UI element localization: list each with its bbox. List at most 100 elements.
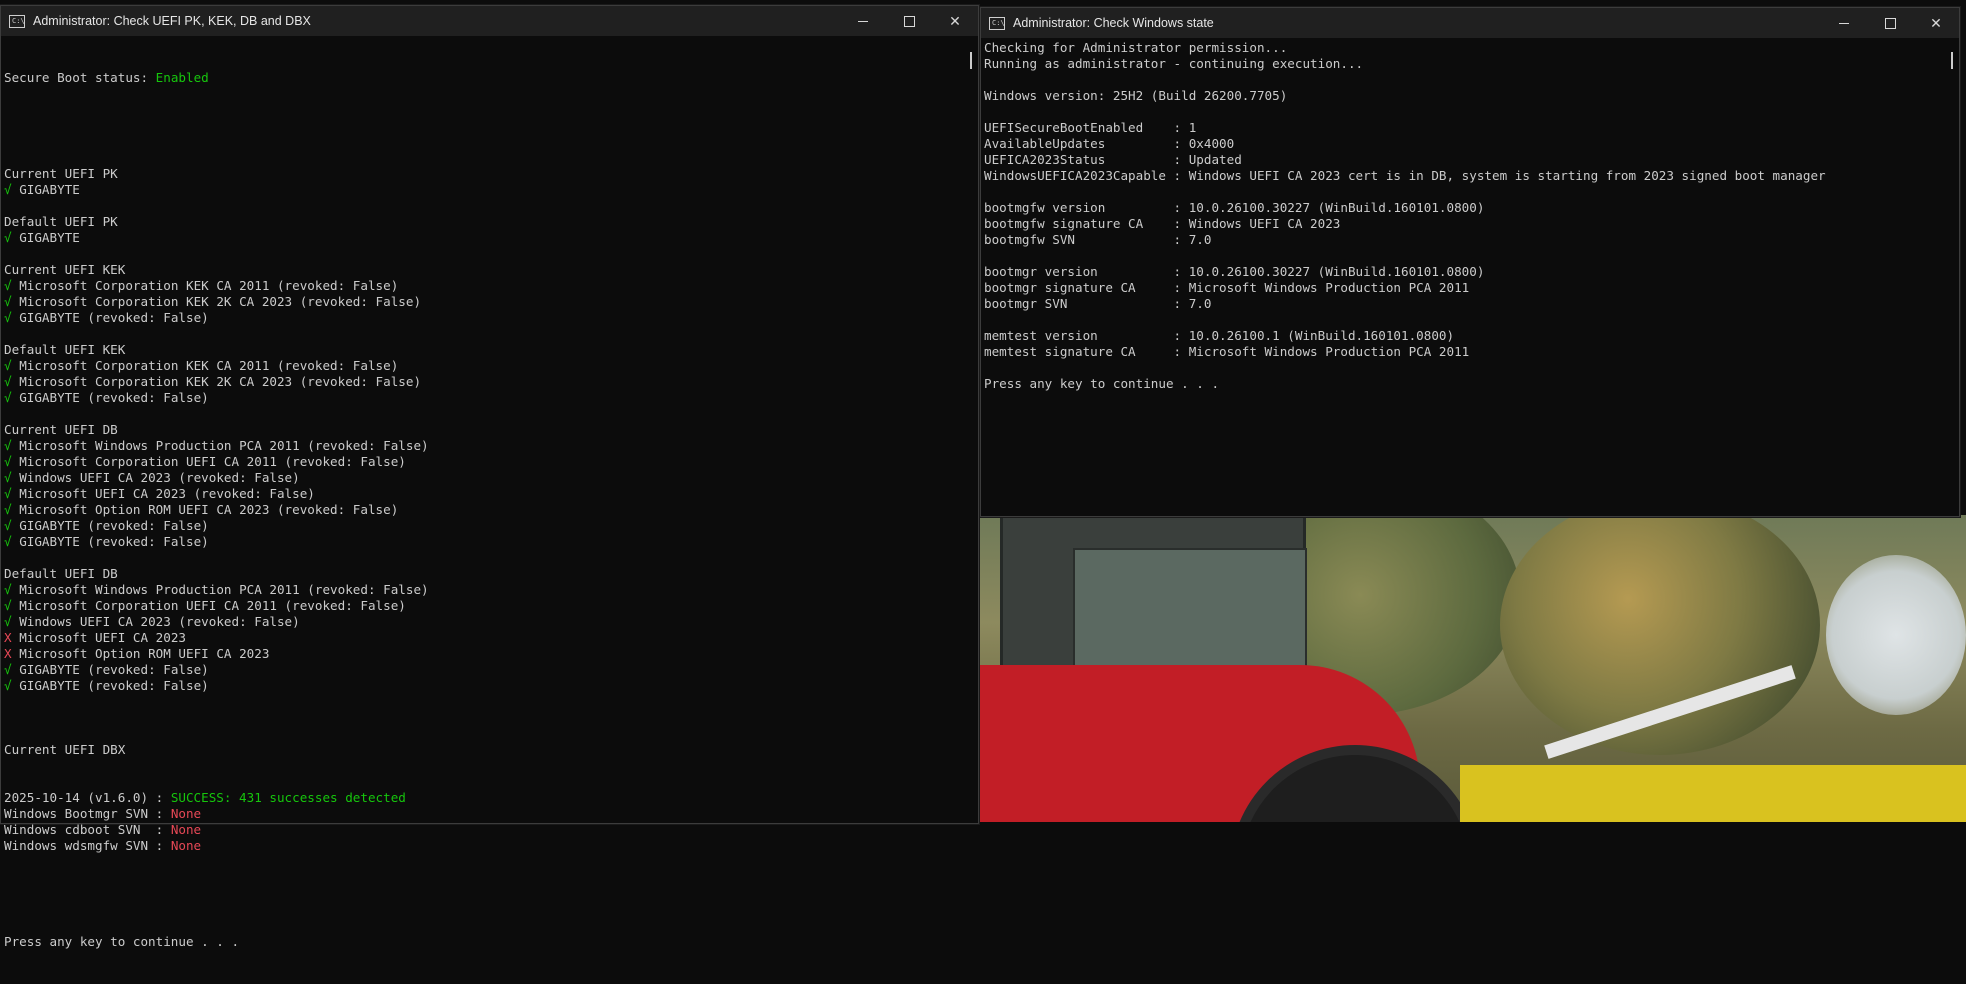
secure-boot-value: Enabled: [155, 70, 209, 85]
cert-row: √ Windows UEFI CA 2023 (revoked: False): [4, 470, 975, 486]
dbx-rows: 2025-10-14 (v1.6.0) : SUCCESS: 431 succe…: [4, 790, 975, 854]
maximize-button[interactable]: [886, 6, 932, 36]
dbx-row: Windows cdboot SVN : None: [4, 822, 975, 838]
console-line: Press any key to continue . . .: [984, 376, 1220, 391]
cert-row: √ Microsoft Corporation KEK CA 2011 (rev…: [4, 278, 975, 294]
window-title: Administrator: Check Windows state: [1013, 16, 1214, 30]
console-line: bootmgfw SVN : 7.0: [984, 232, 1212, 247]
cert-row: √ Microsoft Corporation KEK 2K CA 2023 (…: [4, 294, 975, 310]
console-line: WindowsUEFICA2023Capable : Windows UEFI …: [984, 168, 1826, 183]
dbx-value: None: [170, 822, 202, 837]
console-line: UEFICA2023Status : Updated: [984, 152, 1242, 167]
console-line: AvailableUpdates : 0x4000: [984, 136, 1235, 151]
cert-name: GIGABYTE (revoked: False): [19, 662, 209, 677]
dbx-label: Windows wdsmgfw SVN :: [4, 838, 171, 853]
wallpaper-sky: [1826, 555, 1966, 715]
cert-row: X Microsoft UEFI CA 2023: [4, 630, 975, 646]
cert-name: GIGABYTE (revoked: False): [19, 534, 209, 549]
console-line: bootmgr signature CA : Microsoft Windows…: [984, 280, 1470, 295]
cert-row: √ GIGABYTE (revoked: False): [4, 678, 975, 694]
windows-state-window[interactable]: C:\ Administrator: Check Windows state ✕…: [980, 7, 1960, 517]
dbx-row: Windows Bootmgr SVN : None: [4, 806, 975, 822]
dbx-label: Windows Bootmgr SVN :: [4, 806, 171, 821]
check-mark-icon: √: [4, 310, 12, 325]
cert-name: Microsoft Corporation UEFI CA 2011 (revo…: [19, 454, 406, 469]
check-mark-icon: √: [4, 582, 12, 597]
check-mark-icon: √: [4, 230, 12, 245]
cert-name: GIGABYTE (revoked: False): [19, 678, 209, 693]
check-mark-icon: √: [4, 278, 12, 293]
check-mark-icon: √: [4, 454, 12, 469]
console-line: memtest version : 10.0.26100.1 (WinBuild…: [984, 328, 1455, 343]
dbx-label: Windows cdboot SVN :: [4, 822, 171, 837]
check-mark-icon: √: [4, 438, 12, 453]
title-bar[interactable]: C:\ Administrator: Check UEFI PK, KEK, D…: [1, 6, 978, 36]
check-mark-icon: √: [4, 534, 12, 549]
maximize-button[interactable]: [1867, 8, 1913, 38]
check-mark-icon: √: [4, 374, 12, 389]
title-bar[interactable]: C:\ Administrator: Check Windows state ✕: [981, 8, 1959, 38]
section-header: Current UEFI KEK: [4, 262, 126, 277]
cross-mark-icon: X: [4, 646, 12, 661]
cert-name: Microsoft Corporation KEK CA 2011 (revok…: [19, 358, 399, 373]
cert-row: √ GIGABYTE (revoked: False): [4, 662, 975, 678]
cert-name: Microsoft Corporation KEK CA 2011 (revok…: [19, 278, 399, 293]
cert-sections: Current UEFI PK √ GIGABYTE Default UEFI PK…: [4, 166, 975, 710]
console-line: UEFISecureBootEnabled : 1: [984, 120, 1197, 135]
check-mark-icon: √: [4, 598, 12, 613]
close-icon: ✕: [1930, 14, 1942, 31]
continue-prompt: Press any key to continue . . .: [4, 934, 240, 949]
dbx-row: 2025-10-14 (v1.6.0) : SUCCESS: 431 succe…: [4, 790, 975, 806]
cert-name: GIGABYTE: [19, 230, 80, 245]
check-mark-icon: √: [4, 182, 12, 197]
cert-row: √ GIGABYTE: [4, 182, 975, 198]
cert-name: Microsoft Corporation UEFI CA 2011 (revo…: [19, 598, 406, 613]
secure-boot-status: Secure Boot status: Enabled: [4, 70, 975, 86]
check-mark-icon: √: [4, 678, 12, 693]
minimize-button[interactable]: [1821, 8, 1867, 38]
console-output[interactable]: Secure Boot status: Enabled Current UEFI…: [1, 36, 978, 984]
cert-row: √ Microsoft Corporation KEK 2K CA 2023 (…: [4, 374, 975, 390]
section-header: Current UEFI PK: [4, 166, 118, 181]
section-header: Default UEFI PK: [4, 214, 118, 229]
cert-name: Microsoft Windows Production PCA 2011 (r…: [19, 438, 429, 453]
console-line: memtest signature CA : Microsoft Windows…: [984, 344, 1470, 359]
check-mark-icon: √: [4, 518, 12, 533]
cert-name: Microsoft UEFI CA 2023 (revoked: False): [19, 486, 315, 501]
check-mark-icon: √: [4, 662, 12, 677]
console-icon: C:\: [9, 14, 25, 28]
close-button[interactable]: ✕: [932, 6, 978, 36]
close-button[interactable]: ✕: [1913, 8, 1959, 38]
console-line: bootmgr SVN : 7.0: [984, 296, 1212, 311]
dbx-value: None: [170, 806, 202, 821]
cert-name: Microsoft UEFI CA 2023: [19, 630, 186, 645]
cert-row: √ GIGABYTE (revoked: False): [4, 518, 975, 534]
maximize-icon: [1884, 17, 1896, 29]
cert-row: √ Windows UEFI CA 2023 (revoked: False): [4, 614, 975, 630]
cert-name: GIGABYTE (revoked: False): [19, 518, 209, 533]
cert-name: Microsoft Windows Production PCA 2011 (r…: [19, 582, 429, 597]
cert-row: √ Microsoft Option ROM UEFI CA 2023 (rev…: [4, 502, 975, 518]
dbx-header: Current UEFI DBX: [4, 742, 126, 757]
cert-name: Microsoft Option ROM UEFI CA 2023: [19, 646, 270, 661]
cert-row: √ Microsoft Windows Production PCA 2011 …: [4, 582, 975, 598]
console-line: Running as administrator - continuing ex…: [984, 56, 1364, 71]
minimize-button[interactable]: [840, 6, 886, 36]
check-mark-icon: √: [4, 502, 12, 517]
section-header: Current UEFI DB: [4, 422, 118, 437]
text-cursor: [1951, 52, 1953, 69]
cert-name: GIGABYTE (revoked: False): [19, 310, 209, 325]
cert-row: √ GIGABYTE (revoked: False): [4, 534, 975, 550]
cert-row: X Microsoft Option ROM UEFI CA 2023: [4, 646, 975, 662]
console-output[interactable]: Checking for Administrator permission...…: [981, 38, 1959, 394]
uefi-check-window[interactable]: C:\ Administrator: Check UEFI PK, KEK, D…: [0, 5, 979, 949]
dbx-value: SUCCESS: 431 successes detected: [170, 790, 406, 805]
cert-name: Microsoft Option ROM UEFI CA 2023 (revok…: [19, 502, 399, 517]
check-mark-icon: √: [4, 614, 12, 629]
check-mark-icon: √: [4, 486, 12, 501]
cert-row: √ GIGABYTE: [4, 230, 975, 246]
